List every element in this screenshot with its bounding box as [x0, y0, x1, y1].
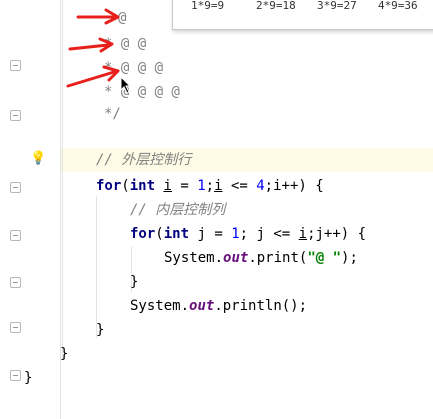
fold-icon[interactable]	[10, 230, 21, 241]
number-literal: 4	[256, 178, 265, 194]
assign: =	[171, 178, 198, 194]
indent-guide	[62, 0, 63, 360]
decl: j =	[189, 226, 232, 242]
fold-icon[interactable]	[10, 110, 21, 121]
out-field: out	[189, 298, 215, 314]
inner-loop-comment: // 内层控制列	[130, 202, 226, 218]
var-i: i	[298, 226, 308, 242]
system-ref: System.	[130, 298, 190, 314]
print-call: .print(	[248, 250, 308, 266]
red-arrow-annotation	[76, 8, 120, 25]
red-arrow-annotation	[68, 37, 114, 53]
for-keyword: for	[130, 226, 156, 242]
string-literal: "@ "	[307, 250, 342, 266]
condition: <=	[222, 178, 257, 194]
indent-guide	[96, 196, 97, 338]
println-call: .println();	[214, 298, 308, 314]
inner-for-line[interactable]: for(int j = 1; j <= i;j++) {	[130, 224, 366, 244]
system-ref: System.	[164, 250, 224, 266]
class-close-brace: }	[24, 370, 33, 386]
paren: (	[121, 178, 130, 194]
statement-end: );	[341, 250, 358, 266]
int-keyword: int	[163, 226, 190, 242]
paren: (	[155, 226, 164, 242]
println-statement[interactable]: System.out.println();	[130, 296, 307, 316]
inner-loop-close-brace: }	[130, 274, 139, 290]
editor-gutter[interactable]	[0, 0, 60, 419]
fold-icon[interactable]	[10, 60, 21, 71]
out-field: out	[223, 250, 249, 266]
fold-icon[interactable]	[10, 322, 21, 333]
loop-rest: ;i++) {	[264, 178, 324, 194]
number-literal: 1	[197, 178, 206, 194]
condition: ; j <=	[239, 226, 299, 242]
code-editor[interactable]: 💡 1*9=9 2*9=18 3*9=27 4*9=36 @ * @ @ * @…	[0, 0, 433, 419]
fold-icon[interactable]	[10, 370, 21, 381]
outer-for-line[interactable]: for(int i = 1;i <= 4;i++) {	[96, 176, 324, 196]
outer-loop-close-brace: }	[96, 322, 105, 338]
var-i: i	[214, 178, 223, 194]
var-i: i	[163, 178, 172, 194]
output-text: 1*9=9 2*9=18 3*9=27 4*9=36	[191, 0, 418, 12]
method-close-brace: }	[60, 346, 69, 362]
doc-comment-line: */	[104, 106, 121, 122]
red-arrow-annotation	[66, 65, 120, 88]
fold-icon[interactable]	[10, 182, 21, 193]
for-keyword: for	[96, 178, 122, 194]
loop-rest: ;j++) {	[307, 226, 367, 242]
output-tooltip: 1*9=9 2*9=18 3*9=27 4*9=36	[172, 0, 433, 30]
print-statement[interactable]: System.out.print("@ ");	[164, 248, 358, 268]
fold-icon[interactable]	[10, 277, 21, 288]
number-literal: 1	[231, 226, 240, 242]
int-keyword: int	[129, 178, 156, 194]
current-line-highlight	[0, 148, 433, 172]
mouse-cursor-icon	[120, 76, 132, 94]
outer-loop-comment: // 外层控制行	[96, 152, 192, 168]
semicolon: ;	[205, 178, 215, 194]
lightbulb-icon[interactable]: 💡	[30, 151, 46, 166]
